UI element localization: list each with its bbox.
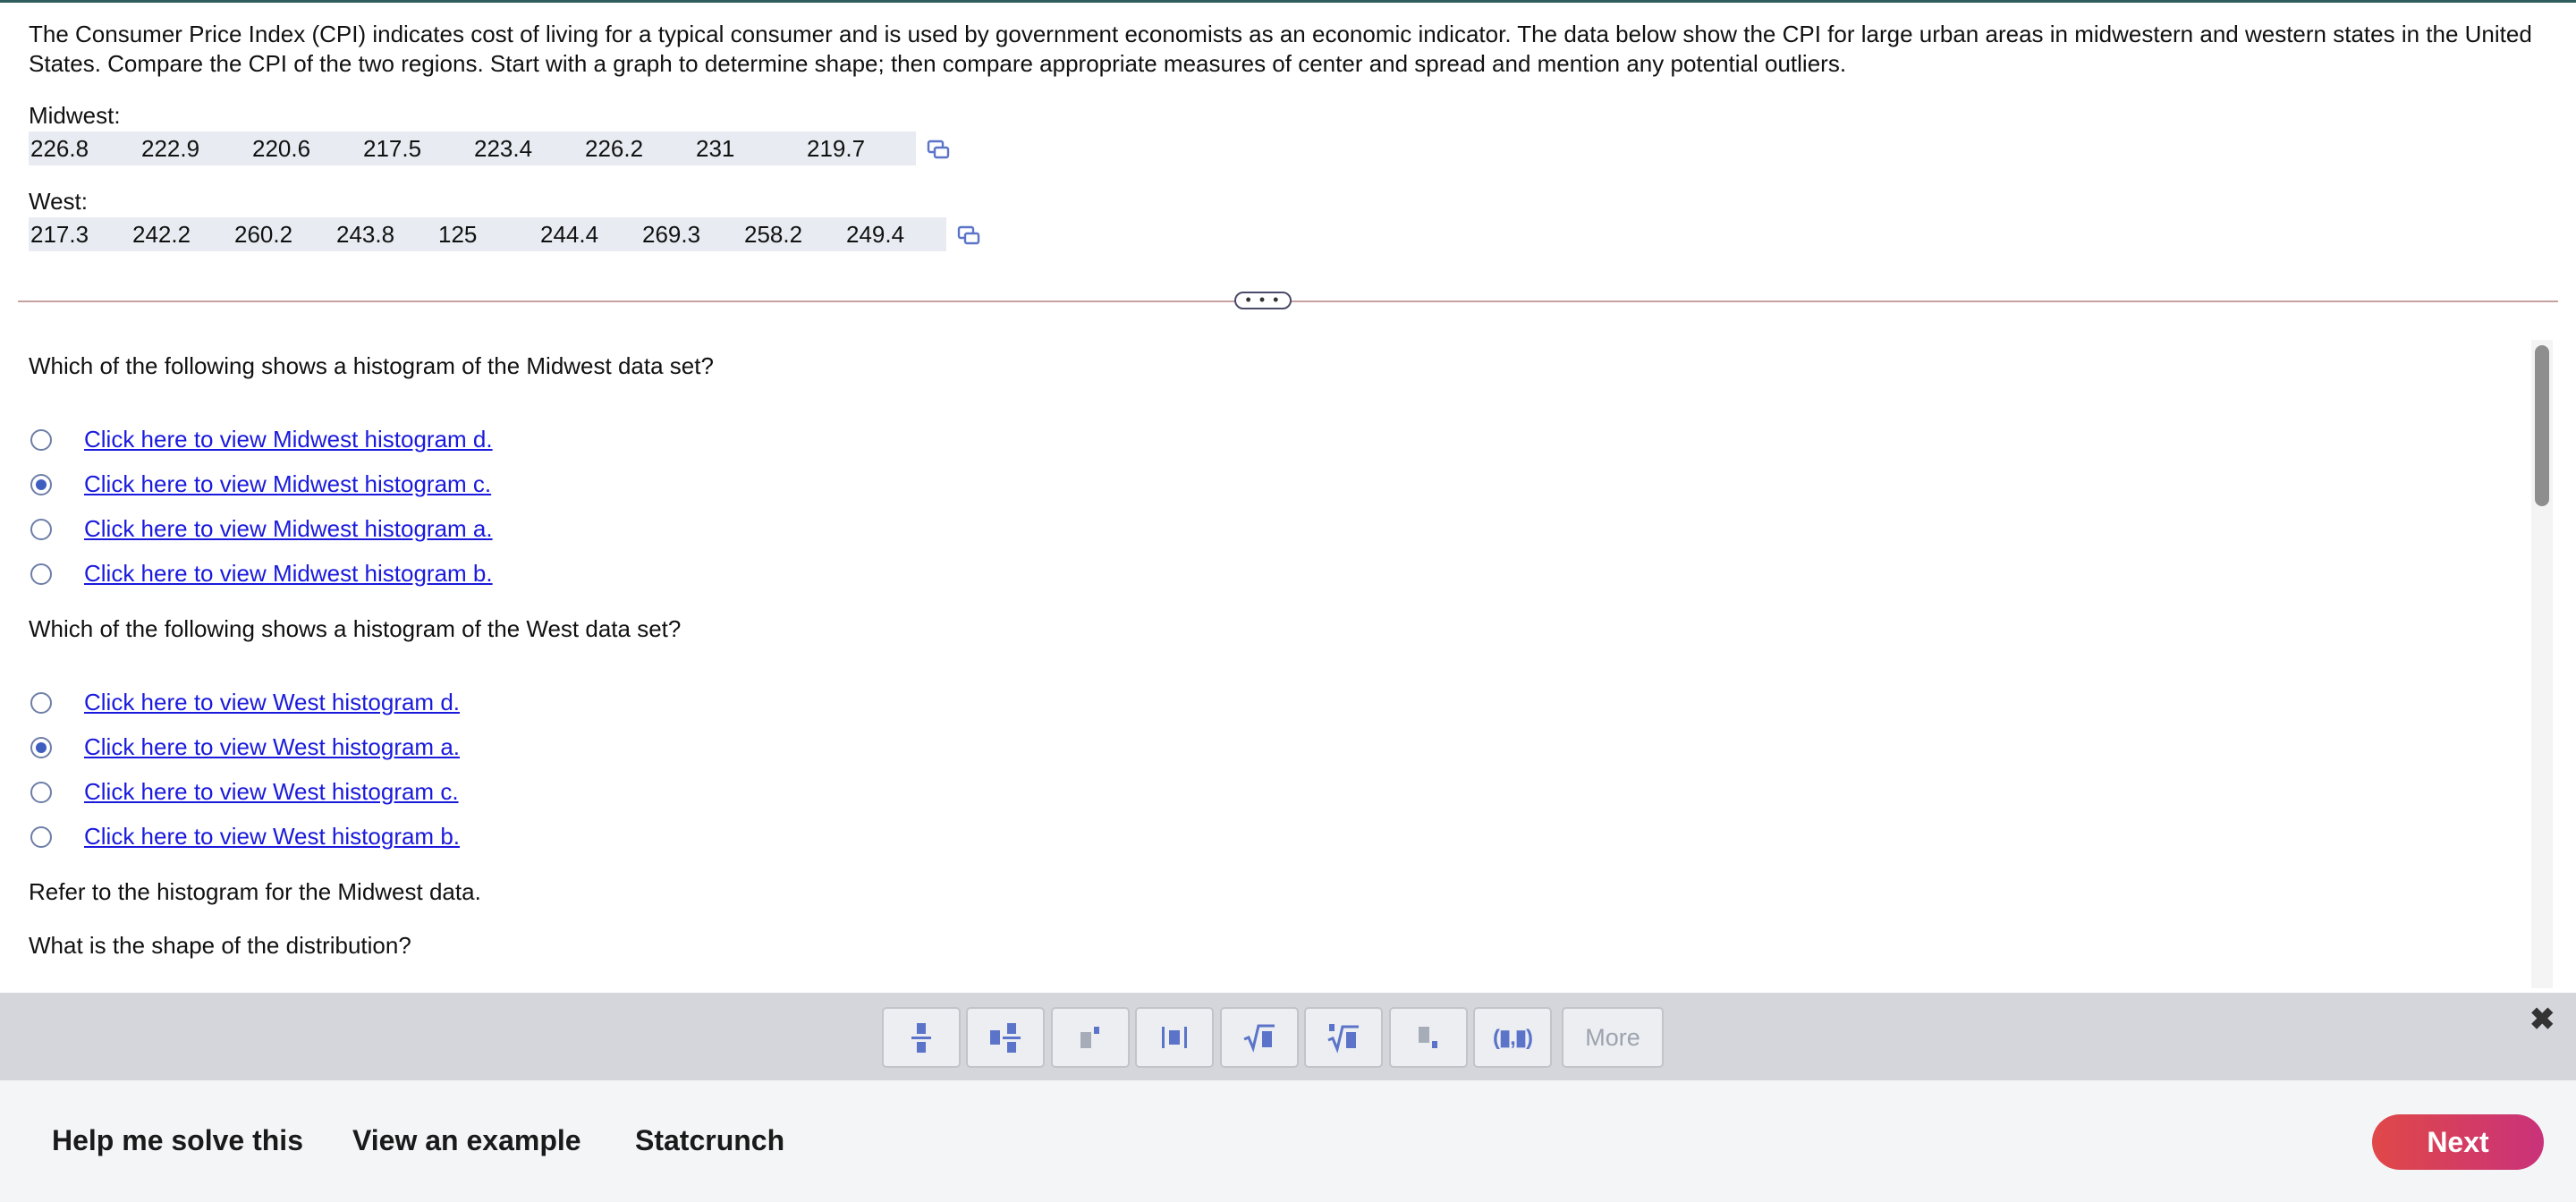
midwest-value: 226.8 (30, 135, 89, 162)
question-panel: Which of the following shows a histogram… (0, 340, 2576, 993)
absolute-value-icon (1162, 1027, 1187, 1048)
help-me-solve-button[interactable]: Help me solve this (52, 1124, 303, 1157)
radio-button-selected[interactable] (30, 474, 52, 495)
west-value: 244.4 (540, 221, 599, 248)
histogram-link[interactable]: Click here to view Midwest histogram b. (84, 560, 493, 588)
west-value: 243.8 (336, 221, 395, 248)
histogram-link[interactable]: Click here to view West histogram d. (84, 689, 460, 716)
midwest-value: 222.9 (141, 135, 200, 162)
top-border (0, 0, 2576, 3)
subscript-button[interactable] (1389, 1007, 1468, 1068)
square-root-icon (1243, 1024, 1275, 1053)
close-toolbar-icon[interactable]: ✖ (2529, 1002, 2555, 1037)
problem-statement: The Consumer Price Index (CPI) indicates… (29, 21, 2532, 77)
exponent-button[interactable] (1051, 1007, 1130, 1068)
radio-button[interactable] (30, 826, 52, 848)
midwest-label: Midwest: (29, 102, 121, 129)
ordered-pair-button[interactable]: (▮,▮) (1473, 1007, 1552, 1068)
radio-button[interactable] (30, 563, 52, 585)
west-value: 258.2 (744, 221, 803, 248)
statcrunch-button[interactable]: Statcrunch (635, 1124, 784, 1157)
exponent-icon (1080, 1027, 1099, 1048)
midwest-value: 217.5 (363, 135, 422, 162)
mixed-number-button[interactable] (966, 1007, 1045, 1068)
west-value: 269.3 (642, 221, 701, 248)
west-value: 260.2 (234, 221, 293, 248)
subscript-icon (1419, 1027, 1437, 1048)
instruction-text: Refer to the histogram for the Midwest d… (29, 878, 481, 905)
radio-button[interactable] (30, 782, 52, 803)
histogram-link[interactable]: Click here to view Midwest histogram c. (84, 470, 491, 498)
copy-data-icon[interactable] (927, 139, 950, 160)
midwest-value: 231 (696, 135, 735, 162)
midwest-data-row: 226.8 222.9 220.6 217.5 223.4 226.2 231 … (29, 131, 916, 165)
west-value: 249.4 (846, 221, 905, 248)
radio-button[interactable] (30, 692, 52, 714)
question-prompt: Which of the following shows a histogram… (29, 352, 714, 379)
histogram-link[interactable]: Click here to view West histogram b. (84, 823, 460, 851)
square-root-button[interactable] (1220, 1007, 1299, 1068)
histogram-link[interactable]: Click here to view Midwest histogram a. (84, 515, 493, 543)
scrollbar-thumb[interactable] (2535, 345, 2549, 506)
question-prompt: What is the shape of the distribution? (29, 932, 411, 959)
midwest-value: 219.7 (807, 135, 866, 162)
resize-handle-button[interactable]: • • • (1234, 292, 1292, 309)
question-prompt: Which of the following shows a histogram… (29, 615, 682, 642)
fraction-icon (911, 1023, 931, 1053)
radio-button[interactable] (30, 519, 52, 540)
radio-button-selected[interactable] (30, 737, 52, 758)
radio-button[interactable] (30, 429, 52, 451)
midwest-value: 220.6 (252, 135, 311, 162)
math-toolbar: (▮,▮) More (0, 993, 2576, 1080)
west-value: 242.2 (132, 221, 191, 248)
midwest-value: 226.2 (585, 135, 644, 162)
next-button[interactable]: Next (2372, 1114, 2544, 1170)
mixed-number-icon (990, 1023, 1021, 1053)
west-label: West: (29, 188, 88, 215)
nth-root-button[interactable] (1304, 1007, 1383, 1068)
west-data-row: 217.3 242.2 260.2 243.8 125 244.4 269.3 … (29, 217, 946, 251)
copy-data-icon[interactable] (957, 224, 980, 246)
histogram-link[interactable]: Click here to view West histogram a. (84, 733, 460, 761)
more-button[interactable]: More (1562, 1007, 1664, 1068)
histogram-link[interactable]: Click here to view West histogram c. (84, 778, 459, 806)
histogram-link[interactable]: Click here to view Midwest histogram d. (84, 426, 493, 453)
fraction-button[interactable] (882, 1007, 961, 1068)
absolute-value-button[interactable] (1135, 1007, 1214, 1068)
west-value: 125 (438, 221, 478, 248)
ordered-pair-icon: (▮,▮) (1492, 1025, 1533, 1050)
nth-root-icon (1327, 1024, 1359, 1054)
west-value: 217.3 (30, 221, 89, 248)
midwest-value: 223.4 (474, 135, 533, 162)
view-example-button[interactable]: View an example (352, 1124, 581, 1157)
